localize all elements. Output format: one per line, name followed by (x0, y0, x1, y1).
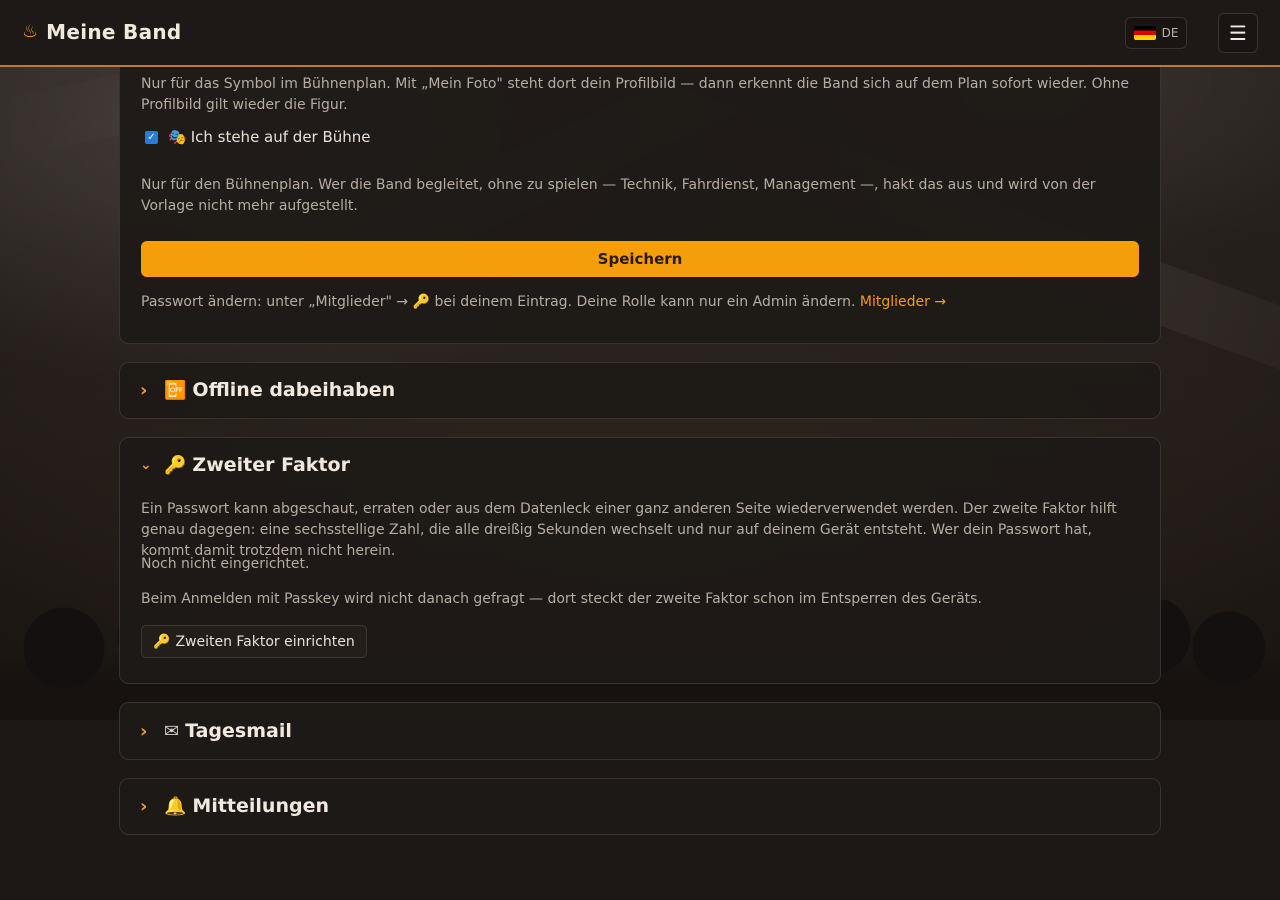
bell-icon: 🔔 (164, 795, 187, 817)
envelope-icon: ✉ (164, 720, 180, 742)
menu-button[interactable]: ☰ (1218, 13, 1258, 53)
twofactor-section: ⌄ 🔑 Zweiter Faktor Ein Passwort kann abg… (119, 437, 1161, 684)
dailymail-section[interactable]: › ✉ Tagesmail (119, 702, 1161, 760)
symbol-help-text: Nur für das Symbol im Bühnenplan. Mit „M… (141, 76, 1130, 113)
top-bar: ♨ Meine Band DE ☰ (0, 0, 1280, 67)
notifications-title: Mitteilungen (192, 795, 329, 817)
notifications-section[interactable]: › 🔔 Mitteilungen (119, 778, 1161, 835)
key-icon: 🔑 (164, 454, 187, 476)
band-logo-icon: ♨ (22, 21, 39, 42)
password-hint: Passwort ändern: unter „Mitglieder" → 🔑 … (141, 292, 1141, 313)
hamburger-menu-icon: ☰ (1229, 21, 1247, 45)
language-code: DE (1161, 26, 1179, 40)
dailymail-title: Tagesmail (185, 720, 292, 742)
password-hint-text: Passwort ändern: unter „Mitglieder" → 🔑 … (141, 294, 856, 310)
theater-masks-icon: 🎭 (168, 128, 187, 146)
twofactor-intro: Ein Passwort kann abgeschaut, erraten od… (141, 501, 1117, 559)
dailymail-section-header[interactable]: › ✉ Tagesmail (140, 720, 292, 742)
on-stage-label: Ich stehe auf der Bühne (190, 128, 371, 146)
members-link[interactable]: Mitglieder → (860, 294, 946, 310)
profile-card: Nur für das Symbol im Bühnenplan. Mit „M… (119, 40, 1161, 344)
passkey-note: Beim Anmelden mit Passkey wird nicht dan… (141, 591, 982, 607)
chevron-right-icon: › (140, 379, 148, 401)
offline-section-header[interactable]: › 📴 Offline dabeihaben (140, 379, 395, 401)
save-button[interactable]: Speichern (141, 241, 1139, 277)
chevron-right-icon: › (140, 795, 148, 817)
brand[interactable]: ♨ Meine Band (22, 20, 182, 44)
on-stage-checkbox[interactable]: ✓ (145, 130, 158, 144)
setup-twofactor-button[interactable]: 🔑 Zweiten Faktor einrichten (141, 625, 367, 658)
on-stage-checkbox-row[interactable]: ✓ 🎭 Ich stehe auf der Bühne (145, 128, 371, 146)
chevron-down-icon: ⌄ (140, 457, 152, 473)
twofactor-status: Noch nicht eingerichtet. (141, 556, 310, 572)
notifications-section-header[interactable]: › 🔔 Mitteilungen (140, 795, 329, 817)
key-icon: 🔑 (153, 633, 171, 650)
offline-icon: 📴 (164, 379, 187, 401)
twofactor-title: Zweiter Faktor (192, 454, 350, 476)
chevron-right-icon: › (140, 720, 148, 742)
language-switcher[interactable]: DE (1125, 17, 1187, 49)
offline-title: Offline dabeihaben (192, 379, 396, 401)
on-stage-help-text: Nur für den Bühnenplan. Wer die Band beg… (141, 177, 1096, 214)
app-title: Meine Band (46, 20, 182, 44)
german-flag-icon (1133, 26, 1156, 40)
setup-twofactor-label: Zweiten Faktor einrichten (175, 633, 355, 650)
offline-section[interactable]: › 📴 Offline dabeihaben (119, 362, 1161, 419)
twofactor-section-header[interactable]: ⌄ 🔑 Zweiter Faktor (140, 454, 350, 476)
